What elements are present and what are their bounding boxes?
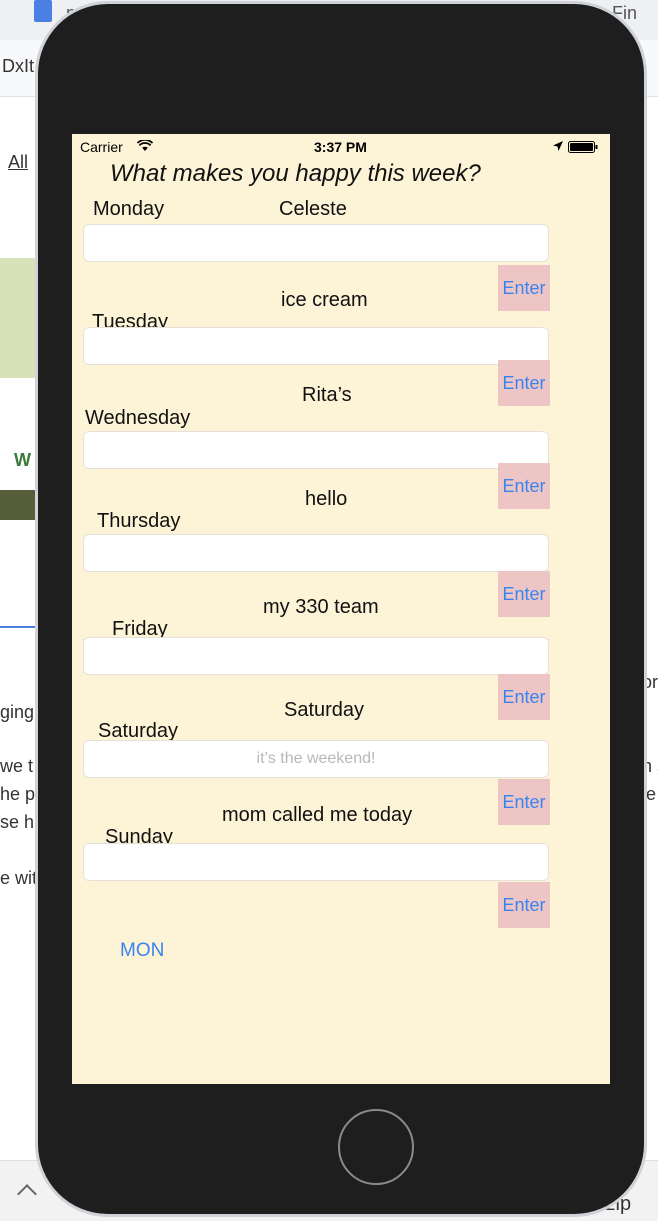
entry-text-sunday: mom called me today [222,804,413,826]
input-monday[interactable] [83,224,549,262]
battery-icon [568,141,598,153]
entry-text-friday: my 330 team [263,596,379,618]
docs-icon [34,0,52,22]
doc-image-fragment [0,490,40,520]
input-wednesday[interactable] [83,431,549,469]
status-time: 3:37 PM [314,139,367,155]
carrier-label: Carrier [80,139,123,155]
day-label-monday: Monday [93,198,165,220]
home-button[interactable] [338,1109,414,1185]
wifi-icon [137,140,153,151]
enter-button-saturday[interactable]: Enter [498,779,550,825]
doc-text-fragment: ie [642,784,657,804]
status-bar: Carrier 3:37 PM [72,134,610,158]
doc-text-fragment: n s [642,756,658,776]
doc-title-fragment: DxIt [2,56,35,76]
enter-button-wednesday[interactable]: Enter [498,463,550,509]
entry-text-wednesday: Rita’s [302,384,352,406]
input-sunday[interactable] [83,843,549,881]
input-tuesday[interactable] [83,327,549,365]
location-arrow-icon [553,141,563,151]
enter-button-friday[interactable]: Enter [498,674,550,720]
input-friday[interactable] [83,637,549,675]
entry-text-tuesday: ice cream [281,289,368,311]
enter-button-tuesday[interactable]: Enter [498,360,550,406]
input-saturday[interactable] [83,740,549,778]
entry-text-monday: Celeste [279,198,347,220]
doc-text-fragment: he p [0,784,36,804]
entry-text-thursday: hello [305,488,348,510]
mon-button[interactable]: MON [120,940,164,962]
doc-text-fragment: se h [0,812,35,832]
doc-text-fragment: ging [0,702,35,722]
enter-button-thursday[interactable]: Enter [498,571,550,617]
doc-heading-fragment: W [14,450,31,470]
page-title: What makes you happy this week? [110,160,481,187]
app-screen: Carrier 3:37 PM What makes you happy thi… [72,134,610,1084]
enter-button-sunday[interactable]: Enter [498,882,550,928]
doc-divider [0,626,40,628]
input-thursday[interactable] [83,534,549,572]
doc-text-fragment: e wit [0,868,38,888]
day-label-thursday: Thursday [97,510,181,532]
doc-link-fragment[interactable]: All [8,152,28,173]
day-label-wednesday: Wednesday [85,407,191,429]
doc-text-fragment: or [642,672,658,692]
doc-text-fragment: we t [0,756,34,776]
enter-button-monday[interactable]: Enter [498,265,550,311]
doc-image-fragment [0,258,40,378]
entry-text-saturday: Saturday [284,699,365,721]
chevron-up-icon[interactable] [17,1184,37,1204]
